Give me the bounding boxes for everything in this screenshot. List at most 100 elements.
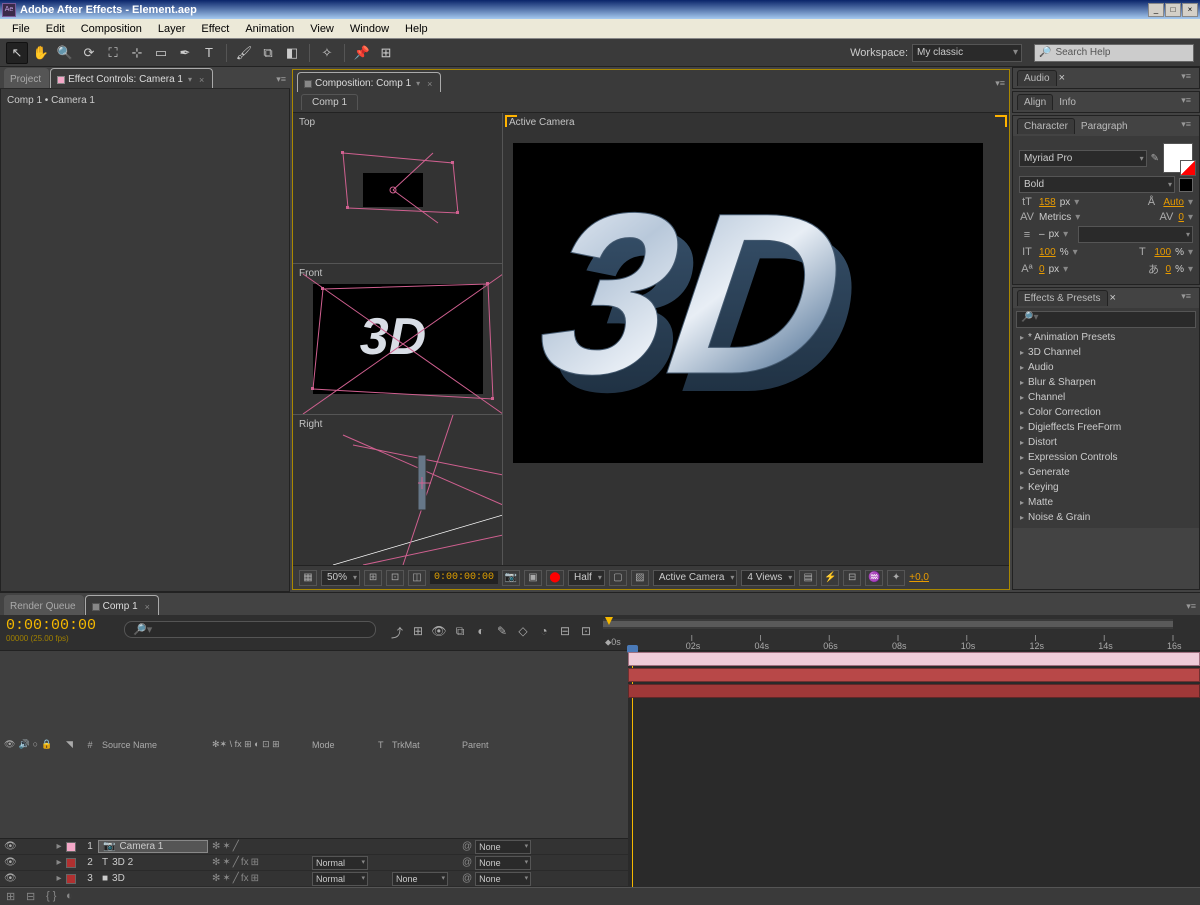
- hand-tool-icon[interactable]: ✋: [30, 42, 52, 64]
- roi-icon[interactable]: ▢: [609, 570, 627, 586]
- selection-tool-icon[interactable]: ↖: [6, 42, 28, 64]
- twirl-icon[interactable]: ▸: [56, 841, 61, 852]
- leading-value[interactable]: Auto: [1163, 197, 1184, 208]
- font-size-value[interactable]: 158: [1039, 197, 1056, 208]
- menu-edit[interactable]: Edit: [38, 21, 73, 37]
- label-color-swatch[interactable]: [66, 858, 76, 868]
- quality-switch-icon[interactable]: ╱: [233, 873, 239, 884]
- stroke-style-dropdown[interactable]: [1078, 226, 1193, 243]
- viewport-front[interactable]: Front 3D: [293, 264, 502, 415]
- view-layout-dropdown[interactable]: 4 Views: [741, 570, 795, 586]
- frame-blend-icon[interactable]: ⧉: [451, 624, 469, 642]
- tab-effect-controls[interactable]: Effect Controls: Camera 1 ▾ ×: [50, 68, 213, 88]
- effects-category[interactable]: Noise & Grain: [1016, 510, 1196, 525]
- eyedropper-icon[interactable]: ✎: [1151, 153, 1159, 164]
- 3d-switch-icon[interactable]: ⊞: [251, 873, 259, 884]
- viewport-active-camera[interactable]: Active Camera 3D: [503, 113, 1009, 565]
- tab-render-queue[interactable]: Render Queue: [4, 595, 84, 615]
- kerning-value[interactable]: Metrics: [1039, 212, 1071, 223]
- clone-tool-icon[interactable]: ⧉: [257, 42, 279, 64]
- menu-animation[interactable]: Animation: [237, 21, 302, 37]
- show-snapshot-icon[interactable]: ▣: [524, 570, 542, 586]
- shy-switch-icon[interactable]: ✻: [212, 857, 220, 868]
- stroke-color-swatch[interactable]: [1179, 178, 1193, 192]
- quality-switch-icon[interactable]: ╱: [233, 857, 239, 868]
- twirl-icon[interactable]: ▸: [56, 857, 61, 868]
- layer-name[interactable]: T3D 2: [98, 857, 208, 868]
- close-icon[interactable]: ×: [1059, 72, 1065, 84]
- panel-menu-icon[interactable]: ▾≡: [991, 78, 1009, 92]
- mask-toggle-icon[interactable]: ◫: [408, 570, 426, 586]
- auto-keyframe-icon[interactable]: ◇: [514, 624, 532, 642]
- search-help-input[interactable]: 🔎 Search Help: [1034, 44, 1194, 62]
- channel-icon[interactable]: ⬤: [546, 570, 564, 586]
- timeline-timecode[interactable]: 0:00:00:00: [6, 617, 114, 634]
- graph-editor-icon[interactable]: ◔: [535, 624, 553, 642]
- layer-name[interactable]: ■3D: [98, 873, 208, 884]
- tab-effects-presets[interactable]: Effects & Presets: [1017, 290, 1108, 306]
- layer-name[interactable]: 📷Camera 1: [98, 840, 208, 853]
- anchor-tool-icon[interactable]: ⊹: [126, 42, 148, 64]
- collapse-switch-icon[interactable]: ✶: [222, 841, 230, 852]
- effects-category[interactable]: 3D Channel: [1016, 345, 1196, 360]
- close-icon[interactable]: ×: [427, 79, 432, 89]
- t-column[interactable]: T: [378, 740, 388, 750]
- tab-paragraph[interactable]: Paragraph: [1075, 119, 1134, 134]
- mini-tab-comp1[interactable]: Comp 1: [301, 94, 358, 110]
- toggle-modes-icon[interactable]: ⊟: [26, 890, 40, 904]
- maximize-button[interactable]: □: [1165, 3, 1181, 17]
- twirl-icon[interactable]: ▸: [56, 873, 61, 884]
- close-icon[interactable]: ×: [1110, 292, 1116, 304]
- graph-toggle-icon[interactable]: ⊡: [577, 624, 595, 642]
- draft3d-icon[interactable]: ⊞: [409, 624, 427, 642]
- pen-tool-icon[interactable]: ✒: [174, 42, 196, 64]
- fill-color-swatch[interactable]: [1163, 143, 1193, 173]
- exposure-value[interactable]: +0,0: [909, 572, 929, 583]
- tab-align[interactable]: Align: [1017, 94, 1053, 110]
- menu-effect[interactable]: Effect: [193, 21, 237, 37]
- parent-dropdown[interactable]: None: [475, 856, 531, 870]
- panel-menu-icon[interactable]: ▾≡: [1177, 291, 1195, 305]
- pickwhip-icon[interactable]: @: [462, 873, 472, 884]
- resolution-grid-icon[interactable]: ⊞: [364, 570, 382, 586]
- effects-category[interactable]: Expression Controls: [1016, 450, 1196, 465]
- layer-duration-bar[interactable]: [628, 652, 1200, 666]
- effects-search-input[interactable]: 🔎▾: [1016, 311, 1196, 328]
- timeline-search-input[interactable]: 🔎▾: [124, 621, 376, 638]
- hide-shy-icon[interactable]: 👁: [430, 624, 448, 642]
- text-tool-icon[interactable]: T: [198, 42, 220, 64]
- menu-window[interactable]: Window: [342, 21, 397, 37]
- pickwhip-icon[interactable]: @: [462, 857, 472, 868]
- solo-column-icon[interactable]: ○: [33, 739, 38, 750]
- brainstorm-icon[interactable]: ✎: [493, 624, 511, 642]
- source-name-column[interactable]: Source Name: [98, 740, 208, 750]
- tab-audio[interactable]: Audio: [1017, 70, 1057, 86]
- effects-category[interactable]: Digieffects FreeForm: [1016, 420, 1196, 435]
- always-preview-icon[interactable]: ▦: [299, 570, 317, 586]
- tab-composition[interactable]: Composition: Comp 1 ▾ ×: [297, 72, 441, 92]
- blend-mode-dropdown[interactable]: Normal: [312, 856, 368, 870]
- fast-preview-icon[interactable]: ⚡: [821, 570, 839, 586]
- camera-tool-icon[interactable]: ⛶: [102, 42, 124, 64]
- font-style-dropdown[interactable]: Bold: [1019, 176, 1175, 193]
- hscale-value[interactable]: 100: [1154, 247, 1171, 258]
- close-icon[interactable]: ×: [145, 602, 150, 612]
- zoom-dropdown[interactable]: 50%: [321, 570, 360, 586]
- blend-mode-dropdown[interactable]: Normal: [312, 872, 368, 886]
- zoom-tool-icon[interactable]: 🔍: [54, 42, 76, 64]
- eye-toggle-icon[interactable]: 👁: [4, 857, 17, 868]
- brush-tool-icon[interactable]: 🖌: [233, 42, 255, 64]
- layer-row[interactable]: 👁 ▸ 3 ■3D ✻ ✶ ╱ fx ⊞ Normal None @None: [0, 871, 628, 887]
- effects-category[interactable]: * Animation Presets: [1016, 330, 1196, 345]
- 3d-switch-icon[interactable]: ⊞: [251, 857, 259, 868]
- effects-category[interactable]: Keying: [1016, 480, 1196, 495]
- collapse-switch-icon[interactable]: ✶: [222, 873, 230, 884]
- trkmat-column[interactable]: TrkMat: [388, 740, 458, 750]
- menu-composition[interactable]: Composition: [73, 21, 150, 37]
- close-button[interactable]: ×: [1182, 3, 1198, 17]
- layer-duration-bar[interactable]: [628, 684, 1200, 698]
- menu-file[interactable]: File: [4, 21, 38, 37]
- track-matte-dropdown[interactable]: None: [392, 872, 448, 886]
- close-icon[interactable]: ×: [199, 75, 204, 85]
- parent-dropdown[interactable]: None: [475, 840, 531, 854]
